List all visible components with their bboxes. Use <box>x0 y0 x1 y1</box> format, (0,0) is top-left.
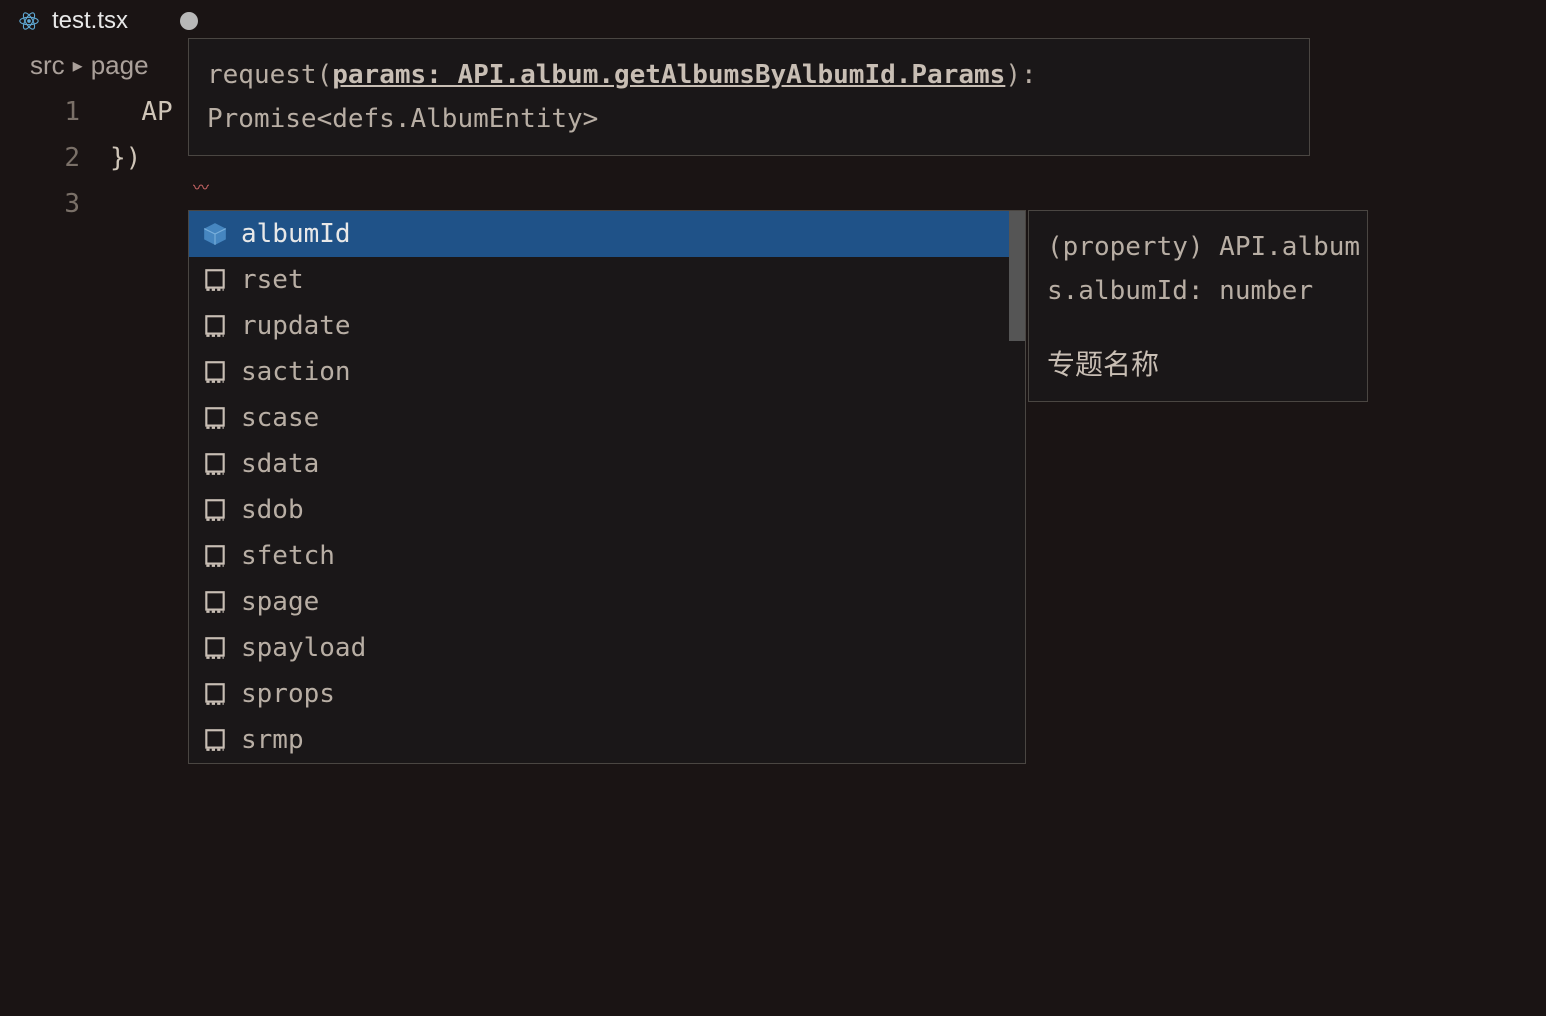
autocomplete-label: spage <box>241 587 319 617</box>
autocomplete-label: rupdate <box>241 311 351 341</box>
autocomplete-item[interactable]: rupdate <box>189 303 1025 349</box>
autocomplete-item[interactable]: sprops <box>189 671 1025 717</box>
code-text: AP <box>141 97 172 127</box>
autocomplete-label: sdata <box>241 449 319 479</box>
autocomplete-label: sprops <box>241 679 335 709</box>
modified-indicator-icon[interactable] <box>180 12 198 30</box>
autocomplete-item[interactable]: srmp <box>189 717 1025 763</box>
autocomplete-label: spayload <box>241 633 366 663</box>
snippet-icon <box>201 496 229 524</box>
breadcrumb-item[interactable]: src <box>30 50 65 81</box>
scrollbar-thumb[interactable] <box>1009 211 1025 341</box>
signature-return: Promise<defs.AlbumEntity> <box>207 104 598 134</box>
snippet-icon <box>201 404 229 432</box>
signature-prefix: request( <box>207 60 332 90</box>
chevron-right-icon: ▸ <box>73 53 83 78</box>
breadcrumb-item[interactable]: page <box>91 50 149 81</box>
autocomplete-label: sfetch <box>241 541 335 571</box>
autocomplete-item[interactable]: albumId <box>189 211 1025 257</box>
tab-label: test.tsx <box>52 7 128 35</box>
snippet-icon <box>201 312 229 340</box>
detail-documentation: 专题名称 <box>1047 343 1349 387</box>
autocomplete-item[interactable]: sdata <box>189 441 1025 487</box>
autocomplete-item[interactable]: spayload <box>189 625 1025 671</box>
snippet-icon <box>201 266 229 294</box>
signature-suffix: ): <box>1005 60 1036 90</box>
line-gutter: 1 2 3 <box>0 89 110 227</box>
error-squiggle-icon: 〰 <box>193 165 209 211</box>
autocomplete-item[interactable]: sfetch <box>189 533 1025 579</box>
autocomplete-label: saction <box>241 357 351 387</box>
code-text: }) <box>110 143 141 173</box>
detail-line2: s.albumId: number <box>1047 269 1349 313</box>
snippet-icon <box>201 450 229 478</box>
autocomplete-detail-panel: (property) API.album s.albumId: number 专… <box>1028 210 1368 402</box>
signature-active-param: params: API.album.getAlbumsByAlbumId.Par… <box>332 60 1005 90</box>
snippet-icon <box>201 680 229 708</box>
autocomplete-list[interactable]: albumId rset rupdate saction scase <box>188 210 1026 764</box>
tab-bar: test.tsx <box>0 0 1546 42</box>
autocomplete-item[interactable]: scase <box>189 395 1025 441</box>
autocomplete-item[interactable]: saction <box>189 349 1025 395</box>
autocomplete-label: scase <box>241 403 319 433</box>
autocomplete-item[interactable]: spage <box>189 579 1025 625</box>
tab-testtsx[interactable]: test.tsx <box>0 0 216 42</box>
autocomplete-label: sdob <box>241 495 304 525</box>
snippet-icon <box>201 542 229 570</box>
snippet-icon <box>201 358 229 386</box>
line-number: 3 <box>0 181 80 227</box>
line-number: 2 <box>0 135 80 181</box>
line-number: 1 <box>0 89 80 135</box>
property-icon <box>201 220 229 248</box>
autocomplete-item[interactable]: sdob <box>189 487 1025 533</box>
autocomplete-item[interactable]: rset <box>189 257 1025 303</box>
snippet-icon <box>201 588 229 616</box>
detail-line1: (property) API.album <box>1047 225 1349 269</box>
react-icon <box>18 10 40 32</box>
signature-help-tooltip: request(params: API.album.getAlbumsByAlb… <box>188 38 1310 156</box>
snippet-icon <box>201 634 229 662</box>
autocomplete-label: rset <box>241 265 304 295</box>
snippet-icon <box>201 726 229 754</box>
autocomplete-label: albumId <box>241 219 351 249</box>
autocomplete-label: srmp <box>241 725 304 755</box>
